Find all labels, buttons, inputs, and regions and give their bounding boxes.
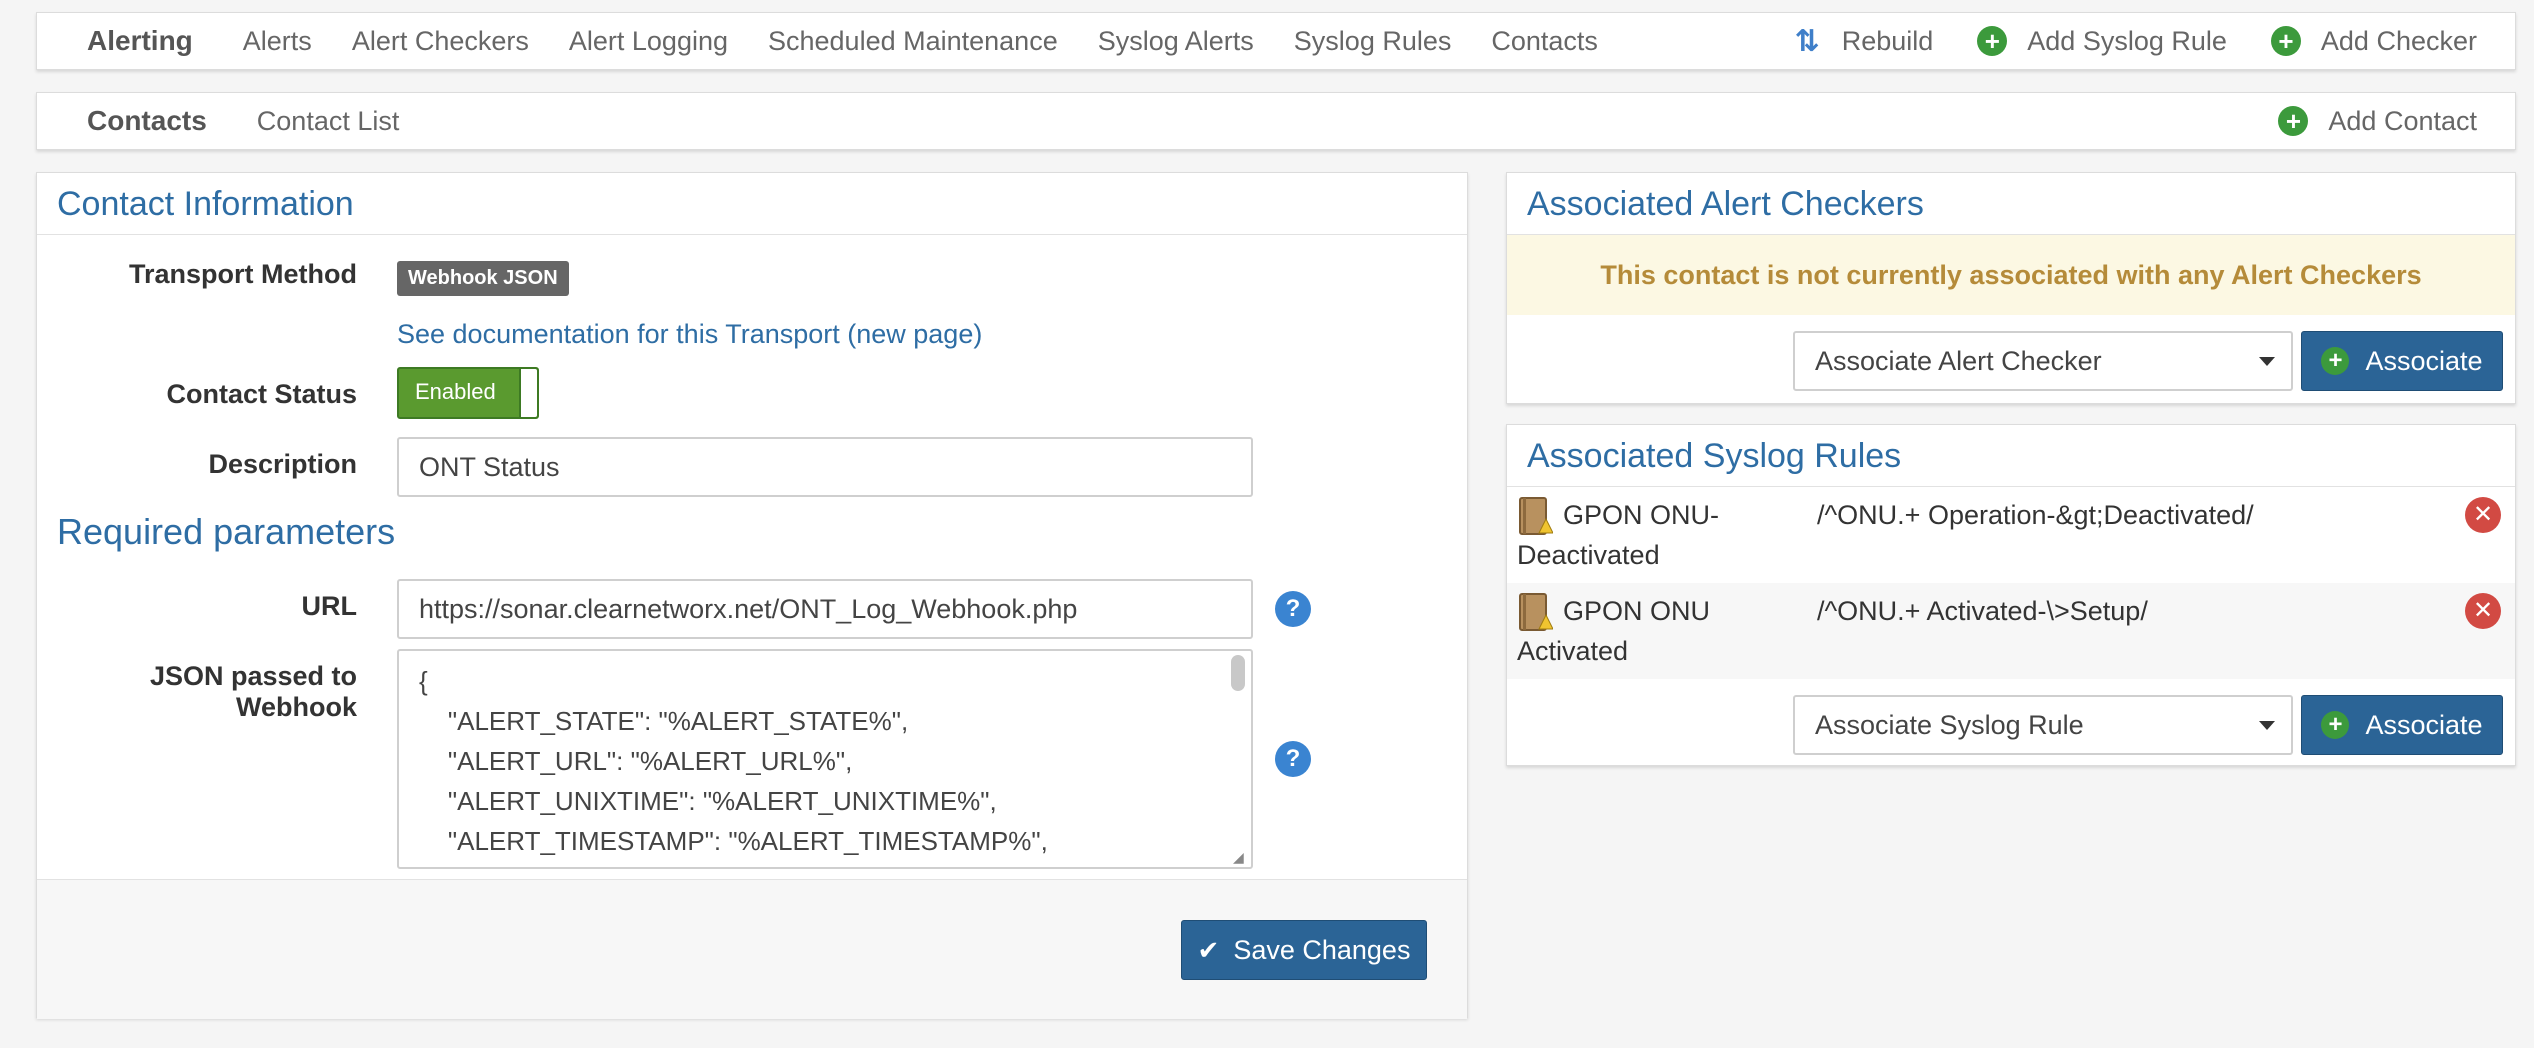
- associate-syslog-rule-select[interactable]: Associate Syslog Rule: [1793, 695, 2293, 755]
- associate-alert-checker-select[interactable]: Associate Alert Checker: [1793, 331, 2293, 391]
- transport-badge: Webhook JSON: [397, 261, 569, 296]
- rule-name-line: GPON ONU: [1563, 596, 1711, 626]
- toggle-knob: [519, 369, 537, 417]
- description-label: Description: [208, 449, 357, 479]
- json-label: JSON passed to Webhook: [149, 661, 357, 722]
- nav-actions: ⇅ Rebuild + Add Syslog Rule + Add Checke…: [1751, 24, 2477, 59]
- description-input[interactable]: ONT Status: [397, 437, 1253, 497]
- textarea-scrollbar[interactable]: [1231, 655, 1245, 691]
- json-textarea[interactable]: { "ALERT_STATE": "%ALERT_STATE%", "ALERT…: [397, 649, 1253, 869]
- subnav-actions: + Add Contact: [2234, 106, 2477, 137]
- panel-title: Contact Information: [37, 173, 1467, 235]
- add-syslog-rule-button[interactable]: + Add Syslog Rule: [1977, 26, 2227, 57]
- chevron-down-icon: [2259, 721, 2275, 730]
- save-changes-button[interactable]: ✔ Save Changes: [1181, 920, 1427, 980]
- plus-circle-icon: +: [2321, 347, 2350, 375]
- associate-rule-button[interactable]: + Associate: [2301, 695, 2503, 755]
- toggle-label: Enabled: [415, 379, 496, 404]
- nav-item-syslog-alerts[interactable]: Syslog Alerts: [1098, 26, 1254, 57]
- panel-footer: ✔ Save Changes: [37, 879, 1467, 1019]
- panel-title: Associated Syslog Rules: [1507, 425, 2515, 487]
- nav-item-alert-checkers[interactable]: Alert Checkers: [352, 26, 529, 57]
- url-label: URL: [301, 591, 358, 621]
- associate-label: Associate: [2365, 345, 2483, 376]
- resize-grip-icon[interactable]: ◢: [1233, 849, 1249, 865]
- sub-navbar: Contacts Contact List + Add Contact: [36, 92, 2516, 150]
- chevron-down-icon: [2259, 357, 2275, 366]
- remove-icon[interactable]: ✕: [2465, 497, 2501, 533]
- associate-label: Associate: [2365, 709, 2483, 740]
- json-line: "ALERT_UNIXTIME": "%ALERT_UNIXTIME%",: [419, 786, 997, 816]
- associate-checker-button[interactable]: + Associate: [2301, 331, 2503, 391]
- required-parameters-heading: Required parameters: [57, 511, 396, 552]
- syslog-rule-row: GPON ONU Activated /^ONU.+ Activated-\>S…: [1507, 583, 2515, 679]
- navbar-brand[interactable]: Alerting: [87, 25, 193, 57]
- rebuild-icon: ⇅: [1794, 24, 1820, 58]
- select-value: Associate Syslog Rule: [1815, 710, 2084, 740]
- syslog-rule-name[interactable]: GPON ONU- Deactivated: [1517, 495, 1719, 575]
- nav-item-syslog-rules[interactable]: Syslog Rules: [1294, 26, 1452, 57]
- syslog-rule-row: GPON ONU- Deactivated /^ONU.+ Operation-…: [1507, 487, 2515, 583]
- nav-item-contact-list[interactable]: Contact List: [257, 106, 400, 137]
- panel-title: Associated Alert Checkers: [1507, 173, 2515, 235]
- no-checkers-warning: This contact is not currently associated…: [1507, 235, 2515, 315]
- json-line: "ALERT_TIMESTAMP": "%ALERT_TIMESTAMP%",: [419, 826, 1048, 856]
- json-line: {: [419, 666, 428, 696]
- add-contact-button[interactable]: + Add Contact: [2278, 106, 2477, 137]
- url-help-icon[interactable]: ?: [1275, 591, 1311, 627]
- rule-name-line: Activated: [1517, 636, 1629, 666]
- rebuild-label: Rebuild: [1841, 25, 1934, 56]
- contact-information-panel: Contact Information Transport Method Web…: [36, 172, 1468, 1019]
- remove-icon[interactable]: ✕: [2465, 593, 2501, 629]
- syslog-rule-regex: /^ONU.+ Activated-\>Setup/: [1817, 596, 2148, 626]
- nav-item-alerts[interactable]: Alerts: [243, 26, 312, 57]
- plus-circle-icon: +: [1977, 26, 2008, 56]
- rebuild-button[interactable]: ⇅ Rebuild: [1795, 24, 1934, 59]
- json-line: "ALERT_STATE": "%ALERT_STATE%",: [419, 706, 909, 736]
- transport-method-label: Transport Method: [129, 259, 357, 289]
- select-value: Associate Alert Checker: [1815, 346, 2102, 376]
- subnav-brand[interactable]: Contacts: [87, 105, 207, 137]
- json-line: "ALERT_URL": "%ALERT_URL%",: [419, 746, 853, 776]
- plus-circle-icon: +: [2321, 711, 2350, 739]
- json-help-icon[interactable]: ?: [1275, 741, 1311, 777]
- nav-item-scheduled-maintenance[interactable]: Scheduled Maintenance: [768, 26, 1058, 57]
- url-input[interactable]: https://sonar.clearnetworx.net/ONT_Log_W…: [397, 579, 1253, 639]
- associated-syslog-rules-panel: Associated Syslog Rules GPON ONU- Deacti…: [1506, 424, 2516, 766]
- add-syslog-rule-label: Add Syslog Rule: [2027, 25, 2227, 56]
- documentation-link[interactable]: See documentation for this Transport (ne…: [397, 319, 982, 350]
- associated-alert-checkers-panel: Associated Alert Checkers This contact i…: [1506, 172, 2516, 404]
- check-icon: ✔: [1197, 934, 1220, 965]
- syslog-rule-regex: /^ONU.+ Operation-&gt;Deactivated/: [1817, 500, 2254, 530]
- save-label: Save Changes: [1233, 934, 1411, 965]
- main-navbar: Alerting Alerts Alert Checkers Alert Log…: [36, 12, 2516, 70]
- contact-status-label: Contact Status: [166, 379, 357, 409]
- add-contact-label: Add Contact: [2328, 105, 2477, 136]
- contact-status-toggle[interactable]: Enabled: [397, 367, 539, 419]
- nav-item-alert-logging[interactable]: Alert Logging: [569, 26, 728, 57]
- rule-name-line: Deactivated: [1517, 540, 1660, 570]
- nav-item-contacts[interactable]: Contacts: [1491, 26, 1598, 57]
- rule-name-line: GPON ONU-: [1563, 500, 1720, 530]
- plus-circle-icon: +: [2270, 26, 2301, 56]
- add-checker-label: Add Checker: [2320, 25, 2477, 56]
- syslog-rule-name[interactable]: GPON ONU Activated: [1517, 591, 1710, 671]
- plus-circle-icon: +: [2278, 106, 2309, 136]
- add-checker-button[interactable]: + Add Checker: [2270, 25, 2477, 57]
